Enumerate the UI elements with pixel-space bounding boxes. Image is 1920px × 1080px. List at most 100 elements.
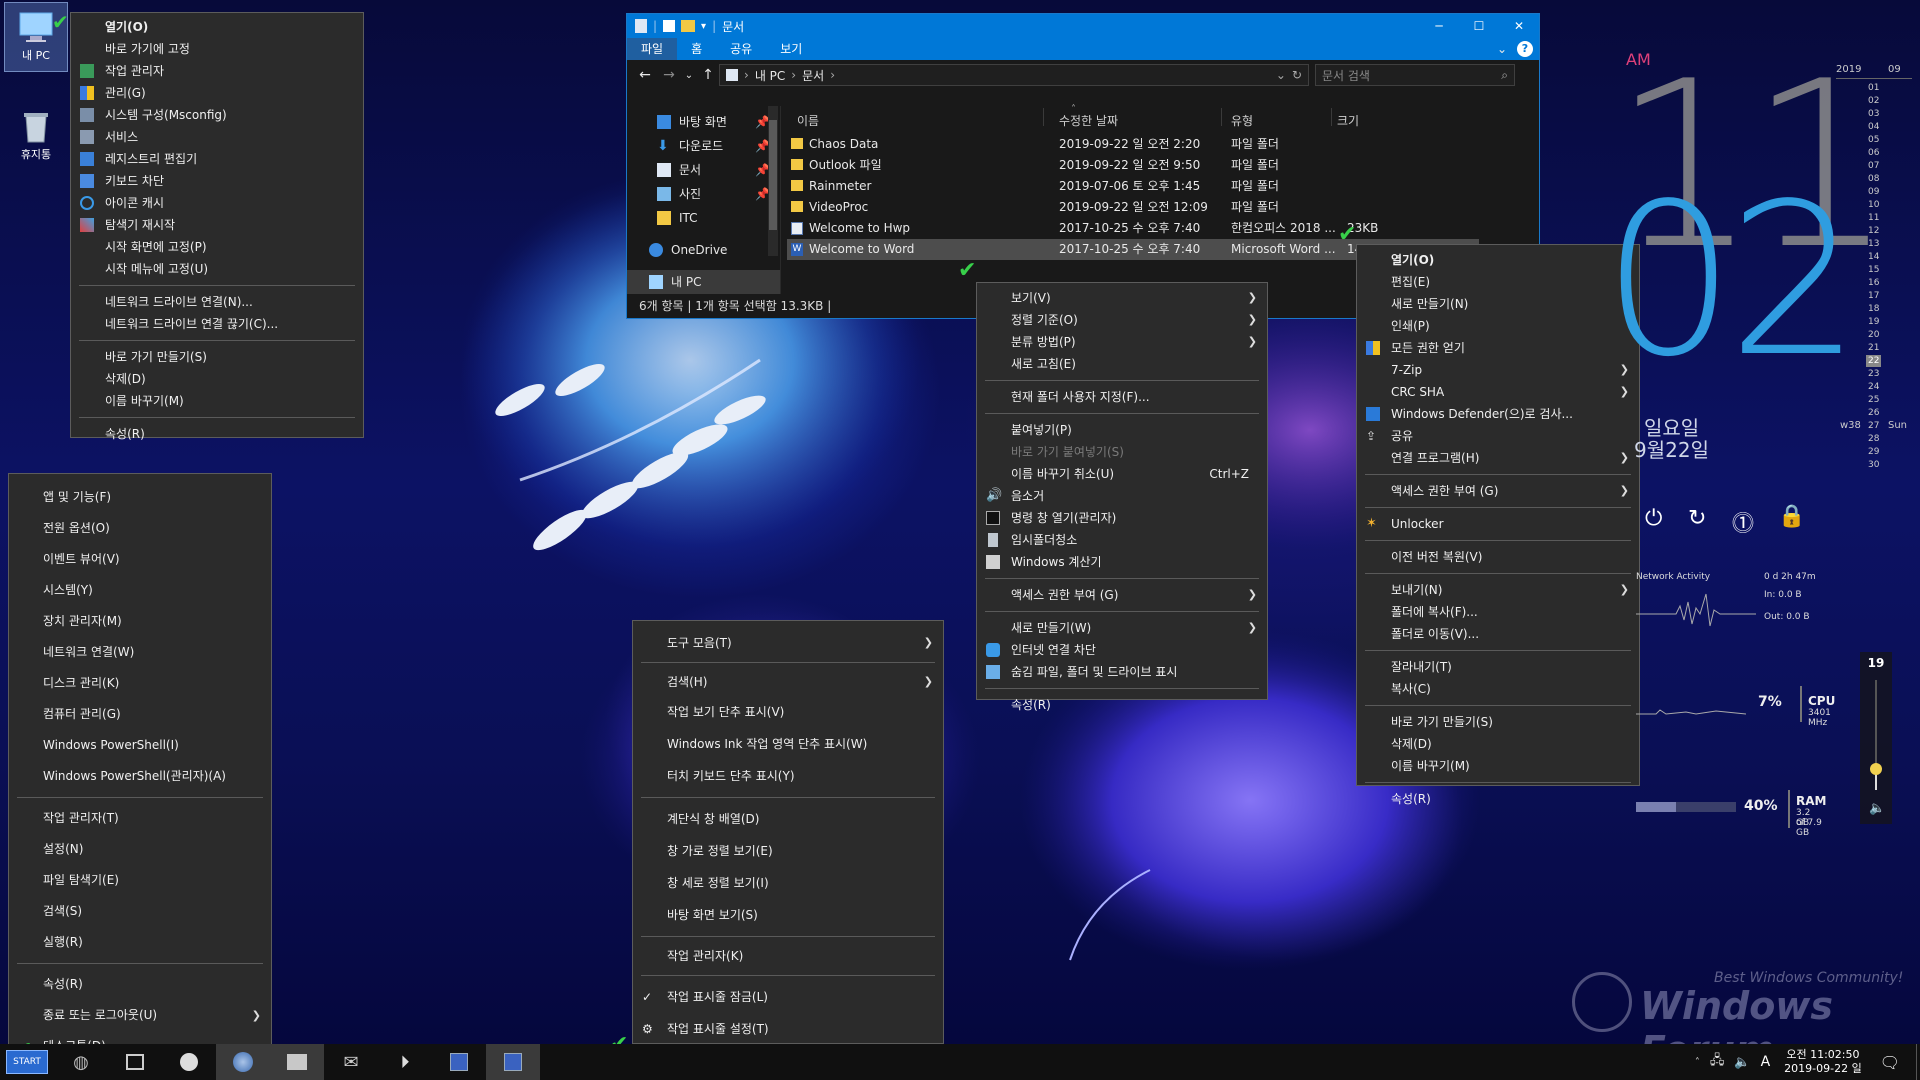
menu-item-disconnect-drive[interactable]: 네트워크 드라이브 연결 끊기(C)... [71, 313, 363, 335]
restart-button[interactable]: ↻ [1688, 506, 1706, 531]
menu-item-print[interactable]: 인쇄(P) [1357, 315, 1639, 337]
menu-item-grant-access[interactable]: 액세스 권한 부여 (G) ❯ [1357, 480, 1639, 502]
winx-event-viewer[interactable]: 이벤트 뷰어(V) [9, 544, 271, 575]
winx-computer-management[interactable]: 컴퓨터 관리(G) [9, 699, 271, 730]
menu-item-cut[interactable]: 잘라내기(T) [1357, 656, 1639, 678]
forward-button[interactable]: → [657, 67, 681, 83]
breadcrumb-this-pc[interactable]: 내 PC [755, 67, 785, 84]
menu-item-task-view[interactable]: 작업 보기 단추 표시(V) [633, 696, 943, 728]
help-icon[interactable]: ? [1517, 41, 1533, 57]
menu-item-crc-sha[interactable]: CRC SHA ❯ [1357, 381, 1639, 403]
menu-item-rename[interactable]: 이름 바꾸기(M) [71, 390, 363, 412]
menu-item-search[interactable]: 검색(H) ❯ [633, 668, 943, 696]
start-button[interactable]: START [0, 1044, 54, 1080]
winx-apps-features[interactable]: 앱 및 기능(F) [9, 482, 271, 513]
volume-tray-icon[interactable]: 🔈 [1734, 1055, 1750, 1070]
search-box[interactable]: 문서 검색 ⌕ [1315, 64, 1515, 86]
menu-item-share[interactable]: ⇪ 공유 [1357, 425, 1639, 447]
column-header-name[interactable]: 이름 [797, 112, 819, 129]
menu-item-keyboard-block[interactable]: 키보드 차단 [71, 170, 363, 192]
menu-item-touch-keyboard[interactable]: 터치 키보드 단추 표시(Y) [633, 760, 943, 792]
network-tray-icon[interactable]: 🖧 [1710, 1051, 1725, 1073]
notification-icon[interactable]: 🗨 [1880, 1053, 1900, 1072]
taskbar-browser-icon[interactable] [216, 1044, 270, 1080]
tab-file[interactable]: 파일 [627, 38, 678, 60]
menu-item-new[interactable]: 새로 만들기(W) ❯ [977, 617, 1267, 639]
winx-system[interactable]: 시스템(Y) [9, 575, 271, 606]
menu-item-mute[interactable]: 🔊 음소거 [977, 485, 1267, 507]
menu-item-manage[interactable]: 관리(G) [71, 82, 363, 104]
search-input[interactable]: 문서 검색 [1322, 67, 1495, 84]
file-row[interactable]: VideoProc 2019-09-22 일 오전 12:09 파일 폴더 [787, 197, 1389, 218]
menu-item-copy[interactable]: 복사(C) [1357, 678, 1639, 700]
taskbar-globe-icon[interactable]: ◍ [54, 1044, 108, 1080]
menu-item-unlocker[interactable]: ✶ Unlocker [1357, 513, 1639, 535]
menu-item-delete[interactable]: 삭제(D) [1357, 733, 1639, 755]
power-button[interactable]: ⏻ [1645, 506, 1662, 531]
nav-item-desktop[interactable]: 바탕 화면 📌 [627, 110, 780, 134]
shutdown-button[interactable]: ⓵ [1732, 506, 1754, 538]
winx-search[interactable]: 검색(S) [9, 896, 271, 927]
menu-item-task-manager[interactable]: 작업 관리자 [71, 60, 363, 82]
taskbar-media-icon[interactable]: ⏵ [378, 1044, 432, 1080]
column-header-type[interactable]: 유형 [1231, 112, 1253, 129]
menu-item-defender-scan[interactable]: Windows Defender(으)로 검사... [1357, 403, 1639, 425]
menu-item-map-drive[interactable]: 네트워크 드라이브 연결(N)... [71, 291, 363, 313]
close-button[interactable]: ✕ [1499, 19, 1539, 33]
menu-item-open-with[interactable]: 연결 프로그램(H) ❯ [1357, 447, 1639, 469]
menu-item-send-to[interactable]: 보내기(N) ❯ [1357, 579, 1639, 601]
menu-item-open[interactable]: 열기(O) [1357, 249, 1639, 271]
winx-powershell[interactable]: Windows PowerShell(I) [9, 730, 271, 761]
file-row[interactable]: Chaos Data 2019-09-22 일 오전 2:20 파일 폴더 [787, 134, 1389, 155]
winx-power-options[interactable]: 전원 옵션(O) [9, 513, 271, 544]
speaker-icon[interactable]: 🔈 [1869, 801, 1885, 816]
menu-item-services[interactable]: 서비스 [71, 126, 363, 148]
menu-item-restart-explorer[interactable]: 탐색기 재시작 [71, 214, 363, 236]
menu-item-toolbars[interactable]: 도구 모음(T) ❯ [633, 629, 943, 657]
column-divider[interactable] [1043, 108, 1044, 126]
menu-item-registry[interactable]: 레지스트리 편집기 [71, 148, 363, 170]
nav-scrollbar[interactable] [768, 106, 778, 256]
file-row[interactable]: Rainmeter 2019-07-06 토 오후 1:45 파일 폴더 [787, 176, 1389, 197]
menu-item-delete[interactable]: 삭제(D) [71, 368, 363, 390]
menu-item-move-to-folder[interactable]: 폴더로 이동(V)... [1357, 623, 1639, 645]
ribbon-expand-icon[interactable]: ⌄ [1497, 42, 1507, 56]
back-button[interactable]: ← [633, 67, 657, 83]
nav-scrollbar-thumb[interactable] [769, 120, 777, 230]
winx-settings[interactable]: 설정(N) [9, 834, 271, 865]
taskbar-save-icon-2[interactable] [486, 1044, 540, 1080]
address-dropdown-icon[interactable]: ⌄ [1276, 68, 1286, 82]
menu-item-pin-start[interactable]: 시작 화면에 고정(P) [71, 236, 363, 258]
menu-item-take-ownership[interactable]: 모든 권한 얻기 [1357, 337, 1639, 359]
menu-item-group-by[interactable]: 분류 방법(P) ❯ [977, 331, 1267, 353]
show-desktop-button[interactable] [1916, 1044, 1920, 1080]
menu-item-show-hidden[interactable]: 숨김 파일, 폴더 및 드라이브 표시 [977, 661, 1267, 683]
winx-powershell-admin[interactable]: Windows PowerShell(관리자)(A) [9, 761, 271, 792]
nav-item-documents[interactable]: 문서 📌 [627, 158, 780, 182]
up-button[interactable]: ↑ [697, 67, 719, 83]
menu-item-side-by-side[interactable]: 창 세로 정렬 보기(I) [633, 867, 943, 899]
file-row[interactable]: Welcome to Hwp 2017-10-25 수 오후 7:40 한컴오피… [787, 218, 1479, 239]
menu-item-pin-start-menu[interactable]: 시작 메뉴에 고정(U) [71, 258, 363, 280]
menu-item-show-desktop[interactable]: 바탕 화면 보기(S) [633, 899, 943, 931]
menu-item-properties[interactable]: 속성(R) [71, 423, 363, 445]
menu-item-restore-previous[interactable]: 이전 버전 복원(V) [1357, 546, 1639, 568]
tab-share[interactable]: 공유 [716, 38, 766, 60]
nav-item-itc[interactable]: ITC [627, 206, 780, 230]
menu-item-refresh[interactable]: 새로 고침(E) [977, 353, 1267, 375]
taskbar-folder-icon[interactable] [270, 1044, 324, 1080]
breadcrumb-documents[interactable]: 문서 [802, 67, 824, 84]
minimize-button[interactable]: ─ [1419, 19, 1459, 33]
menu-item-new[interactable]: 새로 만들기(N) [1357, 293, 1639, 315]
menu-item-cascade[interactable]: 계단식 창 배열(D) [633, 803, 943, 835]
menu-item-grant-access[interactable]: 액세스 권한 부여 (G) ❯ [977, 584, 1267, 606]
taskbar-mail-icon[interactable]: ✉ [324, 1044, 378, 1080]
menu-item-undo-rename[interactable]: 이름 바꾸기 취소(U) Ctrl+Z [977, 463, 1267, 485]
winx-device-manager[interactable]: 장치 관리자(M) [9, 606, 271, 637]
nav-item-pictures[interactable]: 사진 📌 [627, 182, 780, 206]
menu-item-icon-cache[interactable]: 아이콘 캐시 [71, 192, 363, 214]
column-header-size[interactable]: 크기 [1337, 112, 1359, 129]
tray-clock[interactable]: 오전 11:02:50 2019-09-22 일 [1784, 1048, 1862, 1076]
taskbar-record-icon[interactable] [162, 1044, 216, 1080]
recent-dropdown-icon[interactable]: ⌄ [681, 70, 697, 81]
